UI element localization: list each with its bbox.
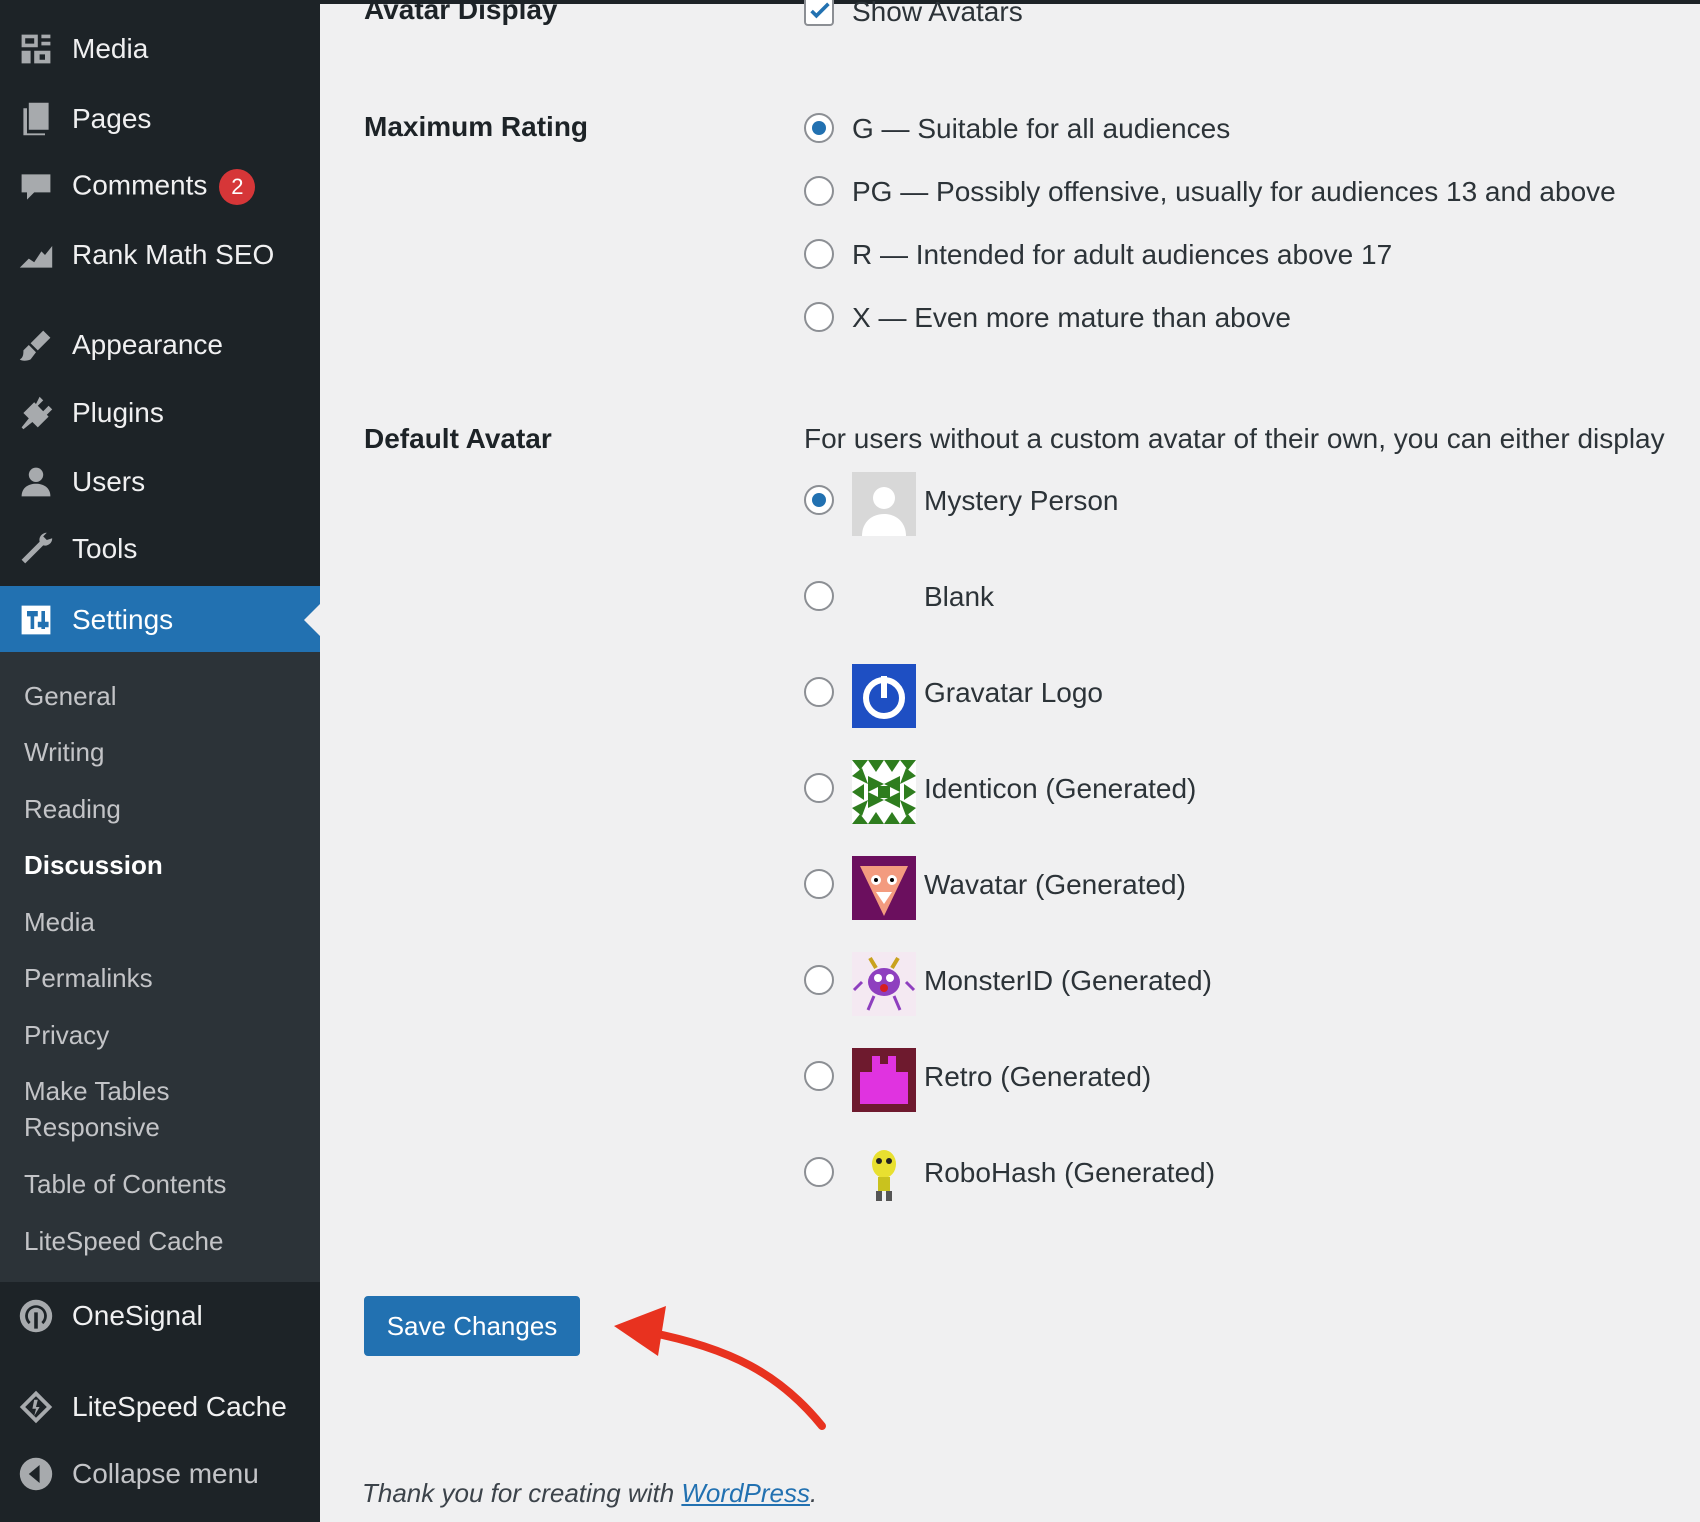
avatar-blank-label: Blank <box>924 581 995 612</box>
submenu-item-litespeed-cache[interactable]: LiteSpeed Cache <box>24 1223 223 1259</box>
avatar-wavatar-radio[interactable] <box>804 869 834 899</box>
wordpress-link[interactable]: WordPress <box>681 1478 810 1508</box>
avatar-retro-radio[interactable] <box>804 1061 834 1091</box>
submenu-item-media[interactable]: Media <box>24 904 95 940</box>
admin-footer: Thank you for creating with WordPress. <box>362 1478 818 1508</box>
default-avatar-label: Default Avatar <box>364 423 552 454</box>
rating-pg-label: PG — Possibly offensive, usually for aud… <box>852 176 1616 207</box>
rating-x-label: X — Even more mature than above <box>852 302 1291 333</box>
annotation-arrow-icon <box>614 1306 826 1430</box>
submenu-item-discussion[interactable]: Discussion <box>24 847 163 883</box>
sidebar-item-label: Settings <box>72 603 174 635</box>
sidebar-item-label: Collapse menu <box>72 1458 259 1489</box>
avatar-wavatar-label: Wavatar (Generated) <box>924 869 1186 900</box>
sidebar-item-appearance[interactable]: Appearance <box>0 312 320 378</box>
avatar-monsterid-radio[interactable] <box>804 965 834 995</box>
avatar-blank-radio[interactable] <box>804 581 834 611</box>
sidebar-item-label: Comments 2 <box>72 169 256 205</box>
avatar-gravatar-label: Gravatar Logo <box>924 677 1103 708</box>
sidebar-item-label: Users <box>72 466 146 497</box>
submenu-item-writing[interactable]: Writing <box>24 734 104 770</box>
show-avatars-label: Show Avatars <box>852 0 1023 27</box>
rating-r-label: R — Intended for adult audiences above 1… <box>852 239 1393 270</box>
avatar-identicon-radio[interactable] <box>804 773 834 803</box>
sidebar-item-onesignal[interactable]: OneSignal <box>0 1283 320 1349</box>
sidebar-item-label: Appearance <box>72 329 224 360</box>
sidebar-item-label: Rank Math SEO <box>72 239 275 270</box>
collapse-icon <box>17 1455 55 1493</box>
appearance-icon <box>17 326 55 364</box>
users-icon <box>17 463 55 501</box>
save-changes-button[interactable]: Save Changes <box>364 1296 580 1356</box>
tools-icon <box>17 530 55 568</box>
plugins-icon <box>17 394 55 432</box>
submenu-item-table-of-contents[interactable]: Table of Contents <box>24 1166 226 1202</box>
avatar-robohash-radio[interactable] <box>804 1157 834 1187</box>
show-avatars-checkbox[interactable] <box>804 0 834 26</box>
sidebar-item-label: Plugins <box>72 397 164 428</box>
sidebar-item-rank-math-seo[interactable]: Rank Math SEO <box>0 222 320 288</box>
rating-r-radio[interactable] <box>804 239 834 269</box>
sidebar-item-pages[interactable]: Pages <box>0 86 320 152</box>
sidebar-item-plugins[interactable]: Plugins <box>0 380 320 446</box>
avatar-gravatar-radio[interactable] <box>804 677 834 707</box>
avatar-mystery-label: Mystery Person <box>924 485 1119 516</box>
sidebar-item-label: LiteSpeed Cache <box>72 1391 287 1422</box>
gravatar-logo-avatar <box>852 664 916 728</box>
litespeed-icon <box>17 1388 55 1426</box>
sidebar-item-label: Tools <box>72 533 138 564</box>
sidebar-item-label: OneSignal <box>72 1300 203 1331</box>
identicon-avatar <box>852 760 916 824</box>
sidebar-item-label: Pages <box>72 103 152 134</box>
submenu-item-general[interactable]: General <box>24 678 117 714</box>
monsterid-avatar <box>852 952 916 1016</box>
submenu-item-privacy[interactable]: Privacy <box>24 1017 109 1053</box>
discussion-settings-form: Avatar Display Show Avatars Maximum Rati… <box>320 0 1700 1522</box>
sidebar-item-tools[interactable]: Tools <box>0 516 320 582</box>
admin-sidebar: Media Pages Comments 2 Rank Math SEO Appe… <box>0 0 320 1522</box>
sidebar-item-comments[interactable]: Comments 2 <box>0 154 320 220</box>
settings-icon <box>17 601 55 639</box>
robohash-avatar <box>852 1144 916 1208</box>
avatar-display-label: Avatar Display <box>364 0 558 25</box>
rating-pg-radio[interactable] <box>804 176 834 206</box>
sidebar-item-label: Media <box>72 33 149 64</box>
avatar-robohash-label: RoboHash (Generated) <box>924 1157 1216 1188</box>
mystery-person-avatar <box>852 472 916 536</box>
onesignal-icon <box>17 1297 55 1335</box>
default-avatar-description: For users without a custom avatar of the… <box>804 423 1665 454</box>
comments-count-badge: 2 <box>219 169 256 205</box>
retro-avatar <box>852 1048 916 1112</box>
checkmark-icon <box>810 2 830 19</box>
rank-math-icon <box>17 236 55 274</box>
rating-g-label: G — Suitable for all audiences <box>852 113 1231 144</box>
maximum-rating-label: Maximum Rating <box>364 111 589 142</box>
sidebar-item-litespeed-cache[interactable]: LiteSpeed Cache <box>0 1374 320 1440</box>
avatar-identicon-label: Identicon (Generated) <box>924 773 1197 804</box>
rating-g-radio[interactable] <box>804 113 834 143</box>
gravatar-logo-icon <box>863 676 905 719</box>
submenu-item-make-tables-responsive[interactable]: Make Tables Responsive <box>24 1073 170 1145</box>
media-icon <box>17 30 55 68</box>
sidebar-item-users[interactable]: Users <box>0 449 320 515</box>
sidebar-item-media[interactable]: Media <box>0 16 320 82</box>
settings-submenu: General Writing Reading Discussion Media… <box>0 652 320 1282</box>
active-indicator-arrow <box>304 603 320 636</box>
wavatar-avatar <box>852 856 916 920</box>
rating-x-radio[interactable] <box>804 302 834 332</box>
collapse-menu-button[interactable]: Collapse menu <box>0 1441 320 1507</box>
submenu-item-reading[interactable]: Reading <box>24 791 121 827</box>
avatar-mystery-radio[interactable] <box>804 485 834 515</box>
avatar-monsterid-label: MonsterID (Generated) <box>924 965 1212 996</box>
sidebar-item-settings[interactable]: Settings <box>0 586 320 653</box>
submenu-item-permalinks[interactable]: Permalinks <box>24 960 153 996</box>
comments-icon <box>17 168 55 206</box>
pages-icon <box>17 100 55 138</box>
avatar-retro-label: Retro (Generated) <box>924 1061 1152 1092</box>
